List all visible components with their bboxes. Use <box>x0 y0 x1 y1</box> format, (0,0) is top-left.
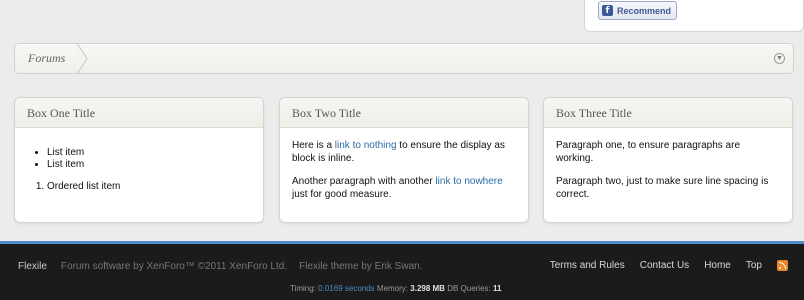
queries-value: 11 <box>493 284 502 293</box>
box-three: Box Three Title Paragraph one, to ensure… <box>543 97 793 223</box>
breadcrumb-separator-icon <box>77 43 88 74</box>
ordered-list: Ordered list item <box>47 181 251 193</box>
text: Another paragraph with another <box>292 176 436 187</box>
footer-link-contact[interactable]: Contact Us <box>640 260 689 271</box>
copyright-text[interactable]: Forum software by XenForo™ ©2011 XenForo… <box>61 261 287 272</box>
memory-value: 3.298 MB <box>410 284 445 293</box>
footer-link-terms[interactable]: Terms and Rules <box>550 260 625 271</box>
breadcrumb-item-forums[interactable]: Forums <box>15 44 85 73</box>
paragraph-two: Paragraph two, just to make sure line sp… <box>556 176 769 200</box>
footer-link-home[interactable]: Home <box>704 260 731 271</box>
text: just for good measure. <box>292 189 392 200</box>
footer-credits: Flexile Forum software by XenForo™ ©2011 … <box>18 261 422 272</box>
paragraph-two: Another paragraph with another link to n… <box>292 175 516 201</box>
recommend-label: Recommend <box>617 5 672 16</box>
ordered-list-item: Ordered list item <box>47 181 251 193</box>
box-two: Box Two Title Here is a link to nothing … <box>279 97 529 223</box>
footer-links: Terms and Rules Contact Us Home Top <box>550 260 788 271</box>
box-one-body: List item List item Ordered list item <box>15 128 263 193</box>
footer-link-top[interactable]: Top <box>746 260 762 271</box>
link-to-nowhere[interactable]: link to nowhere <box>435 176 502 187</box>
paragraph-one: Here is a link to nothing to ensure the … <box>292 139 516 165</box>
box-one-title: Box One Title <box>15 98 263 128</box>
queries-label: DB Queries: <box>447 284 491 293</box>
list-item: List item <box>47 147 251 159</box>
box-two-title: Box Two Title <box>280 98 528 128</box>
box-three-title: Box Three Title <box>544 98 792 128</box>
unordered-list: List item List item <box>47 147 251 171</box>
link-to-nothing[interactable]: link to nothing <box>335 140 397 151</box>
debug-info: Timing: 0.0169 seconds Memory: 3.298 MB … <box>290 284 501 293</box>
facebook-icon: f <box>602 5 613 16</box>
box-two-body: Here is a link to nothing to ensure the … <box>280 128 528 201</box>
box-one: Box One Title List item List item Ordere… <box>14 97 264 223</box>
memory-label: Memory: <box>376 284 409 293</box>
list-item: List item <box>47 159 251 171</box>
timing-value[interactable]: 0.0169 seconds <box>318 284 375 293</box>
text: Here is a <box>292 140 335 151</box>
breadcrumb: Forums ▼ <box>14 43 794 74</box>
paragraph-one: Paragraph one, to ensure paragraphs are … <box>556 140 741 164</box>
rss-icon[interactable] <box>777 260 788 271</box>
facebook-recommend-button[interactable]: f Recommend <box>598 1 678 20</box>
timing-label: Timing: <box>290 284 316 293</box>
footer-brand[interactable]: Flexile <box>18 261 47 272</box>
chevron-down-circle-icon[interactable]: ▼ <box>774 53 785 64</box>
theme-credit[interactable]: Flexile theme by Erik Swan. <box>299 261 422 272</box>
box-three-body: Paragraph one, to ensure paragraphs are … <box>544 128 792 201</box>
footer: Flexile Forum software by XenForo™ ©2011 … <box>0 241 804 300</box>
social-panel: f Recommend <box>584 0 804 32</box>
